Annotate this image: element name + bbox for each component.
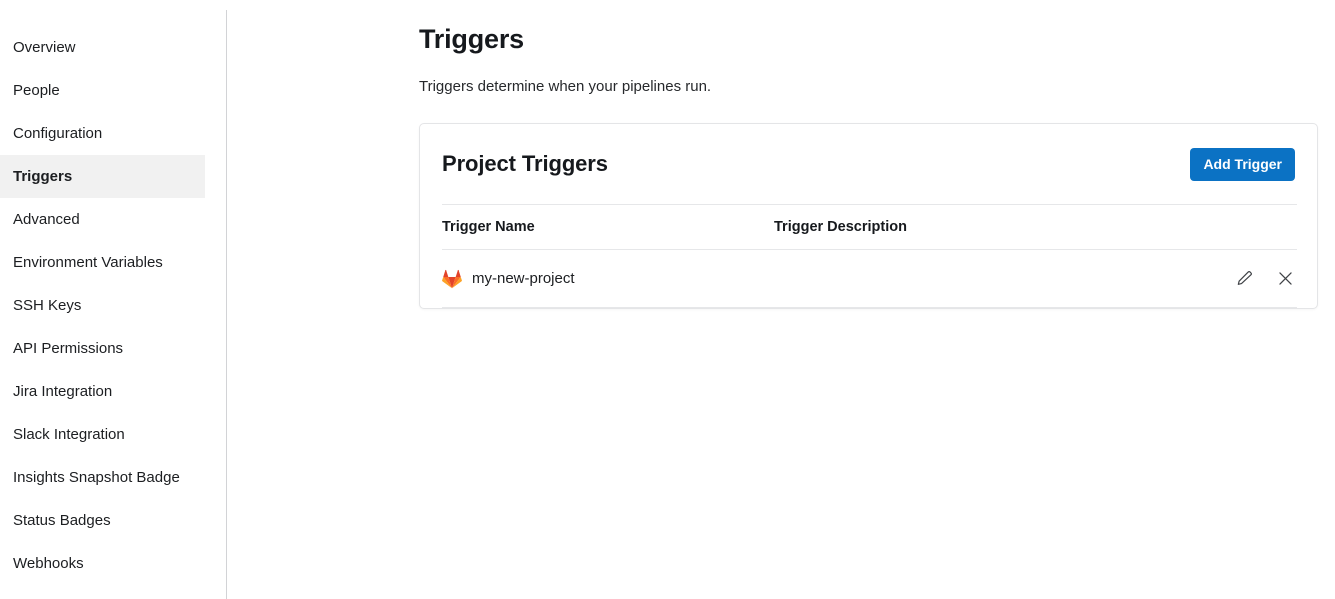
cell-trigger-description [774,249,1187,308]
page-subtitle: Triggers determine when your pipelines r… [419,78,712,95]
sidebar-item-webhooks[interactable]: Webhooks [0,542,205,585]
sidebar-item-label: Overview [13,38,76,56]
sidebar-item-label: Triggers [13,167,73,185]
sidebar-item-label: Advanced [13,210,80,228]
sidebar-item-overview[interactable]: Overview [0,26,205,69]
sidebar-item-advanced[interactable]: Advanced [0,198,205,241]
edit-icon[interactable] [1233,267,1257,291]
sidebar-item-slack-integration[interactable]: Slack Integration [0,413,205,456]
delete-icon[interactable] [1273,267,1297,291]
sidebar-item-ssh-keys[interactable]: SSH Keys [0,284,205,327]
column-header-trigger-name: Trigger Name [442,204,774,250]
sidebar-item-status-badges[interactable]: Status Badges [0,499,205,542]
card-title: Project Triggers [442,151,608,176]
sidebar-item-insights-snapshot-badge[interactable]: Insights Snapshot Badge [0,456,205,499]
sidebar-item-label: SSH Keys [13,296,82,314]
add-trigger-button[interactable]: Add Trigger [1190,147,1295,181]
cell-trigger-name: my-new-project [442,249,774,308]
trigger-name-wrapper: my-new-project [442,269,774,289]
sidebar-item-label: People [13,81,60,99]
sidebar-item-label: Jira Integration [13,382,113,400]
sidebar-item-people[interactable]: People [0,69,205,112]
cell-row-actions [1187,249,1297,308]
sidebar-item-jira-integration[interactable]: Jira Integration [0,370,205,413]
settings-sidebar: Overview People Configuration Triggers A… [0,0,227,599]
project-triggers-card: Project Triggers Add Trigger Trigger Nam… [419,123,1318,309]
sidebar-item-label: API Permissions [13,339,124,357]
table-body: my-new-project [442,249,1297,308]
table-head: Trigger Name Trigger Description [442,204,1297,250]
column-header-trigger-description: Trigger Description [774,204,1187,250]
gitlab-logo-icon [442,269,462,289]
table-header-row: Trigger Name Trigger Description [442,204,1297,250]
sidebar-item-label: Webhooks [13,554,84,572]
sidebar-item-configuration[interactable]: Configuration [0,112,205,155]
sidebar-item-label: Configuration [13,124,103,142]
sidebar-item-api-permissions[interactable]: API Permissions [0,327,205,370]
triggers-table: Trigger Name Trigger Description my-new-… [442,204,1297,308]
sidebar-item-environment-variables[interactable]: Environment Variables [0,241,205,284]
sidebar-item-label: Insights Snapshot Badge [13,468,180,486]
table-row: my-new-project [442,249,1297,308]
trigger-name-label: my-new-project [472,270,575,287]
sidebar-item-label: Status Badges [13,511,111,529]
sidebar-item-label: Environment Variables [13,253,163,271]
column-header-actions [1187,204,1297,250]
page-title: Triggers [419,24,524,54]
app-root: Overview People Configuration Triggers A… [0,0,1335,599]
card-header: Project Triggers Add Trigger [442,124,1295,204]
sidebar-item-triggers[interactable]: Triggers [0,155,205,198]
sidebar-item-label: Slack Integration [13,425,125,443]
main-content: Triggers Triggers determine when your pi… [227,0,1335,599]
